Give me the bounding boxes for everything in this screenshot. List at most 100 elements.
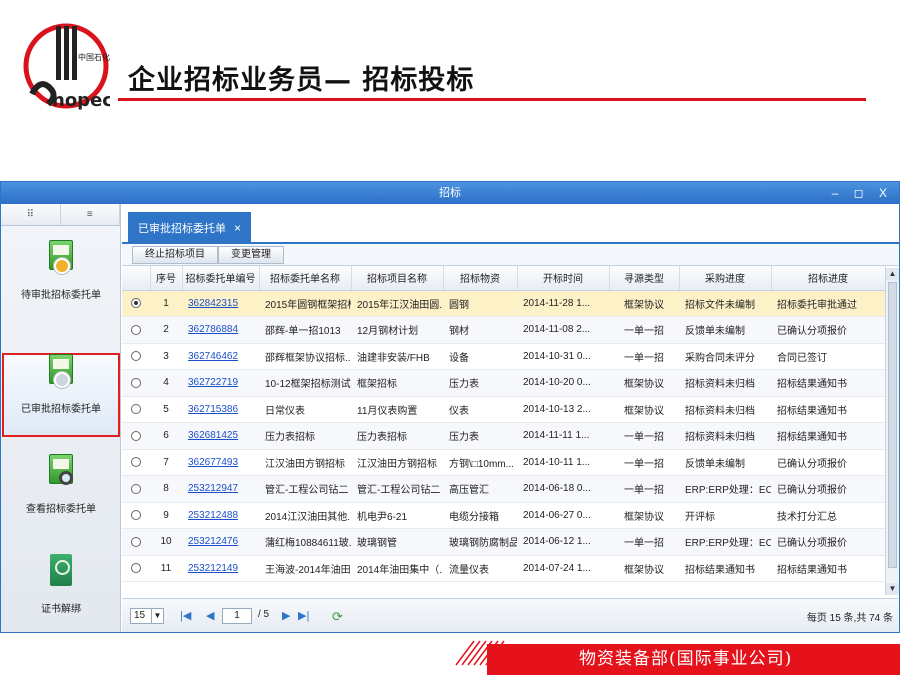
- table-cell: 机电尹6-21: [351, 502, 443, 529]
- close-icon[interactable]: ×: [234, 221, 241, 235]
- order-code-link[interactable]: 362681425: [188, 430, 238, 441]
- table-row[interactable]: 3 362746462 邵辉框架协议招标... 油建非安装/FHB 设备 2014-10-…: [122, 343, 885, 370]
- row-radio[interactable]: [131, 324, 141, 335]
- row-radio[interactable]: [131, 536, 141, 547]
- column-header[interactable]: 招标项目名称: [351, 266, 444, 291]
- table-cell: 招标结果通知书: [771, 555, 885, 582]
- order-code-link[interactable]: 362786884: [188, 324, 238, 335]
- grid-icon[interactable]: ⠿: [1, 204, 61, 225]
- column-header[interactable]: 序号: [150, 266, 183, 291]
- row-select-cell[interactable]: [122, 343, 150, 370]
- vertical-scrollbar[interactable]: ▲ ▼: [885, 268, 899, 595]
- change-management-button[interactable]: 变更管理: [218, 246, 284, 264]
- column-header[interactable]: 寻源类型: [609, 266, 680, 291]
- table-row[interactable]: 2 362786884 邵辉-单一招1013 12月钢材计划 钢材 2014-11-08 …: [122, 316, 885, 344]
- row-radio[interactable]: [131, 483, 141, 494]
- nav-item-view-orders[interactable]: 查看招标委托单: [1, 454, 121, 515]
- order-name: 压力表招标: [265, 432, 315, 444]
- order-code-link[interactable]: 253212476: [188, 536, 238, 547]
- material: 方钢\□10mm...: [449, 458, 514, 470]
- order-code-link[interactable]: 253212488: [188, 510, 238, 521]
- certificate-icon: [46, 554, 76, 592]
- row-radio[interactable]: [131, 351, 141, 362]
- row-number: 9: [163, 509, 169, 521]
- tab-approved-orders[interactable]: 已审批招标委托单 ×: [128, 212, 252, 244]
- row-radio[interactable]: [131, 430, 141, 441]
- scroll-down-icon[interactable]: ▼: [886, 583, 899, 595]
- order-code-link[interactable]: 362746462: [188, 351, 238, 362]
- table-cell: 一单一招: [609, 528, 679, 556]
- table-cell: 玻璃钢防腐制品: [443, 528, 517, 556]
- sourcing-type: 框架协议: [624, 564, 664, 576]
- table-row[interactable]: 7 362677493 江汉油田方钢招标 江汉油田方钢招标 方钢\□10mm... 201…: [122, 449, 885, 476]
- prev-page-icon[interactable]: ◀: [206, 609, 214, 622]
- table-row[interactable]: 10 253212476 蒲红梅10884611玻... 玻璃钢管 玻璃钢防腐制品 201…: [122, 528, 885, 556]
- row-select-cell[interactable]: [122, 502, 150, 529]
- table-cell: 一单一招: [609, 449, 679, 476]
- nav-item-pending-approval[interactable]: 待审批招标委托单: [1, 240, 121, 301]
- order-code-link[interactable]: 253212149: [188, 563, 238, 574]
- row-radio[interactable]: [131, 377, 141, 388]
- row-select-cell[interactable]: [122, 528, 150, 556]
- table-row[interactable]: 8 253212947 管汇-工程公司钻二 管汇-工程公司钻二 高压管汇 2014-06-…: [122, 475, 885, 503]
- row-select-cell[interactable]: [122, 316, 150, 344]
- row-radio[interactable]: [131, 404, 141, 415]
- bid-progress: 已确认分项报价: [777, 458, 847, 470]
- table-cell: 框架协议: [609, 502, 679, 529]
- row-select-cell[interactable]: [122, 369, 150, 397]
- column-header[interactable]: 招标委托单名称: [259, 266, 352, 291]
- purchase-progress: 反馈单未编制: [685, 326, 745, 338]
- list-icon[interactable]: ≡: [60, 204, 120, 225]
- bid-progress: 招标结果通知书: [777, 379, 847, 391]
- window-controls[interactable]: – ◻ X: [832, 182, 893, 204]
- row-select-cell[interactable]: [122, 555, 150, 582]
- order-code-link[interactable]: 362842315: [188, 298, 238, 309]
- nav-item-approved[interactable]: 已审批招标委托单: [1, 354, 121, 415]
- row-radio[interactable]: [131, 457, 141, 468]
- open-time: 2014-10-20 0...: [523, 377, 591, 389]
- table-cell: 招标结果通知书: [679, 555, 771, 582]
- refresh-icon[interactable]: ⟳: [332, 609, 343, 625]
- last-page-icon[interactable]: ▶|: [298, 609, 309, 622]
- row-radio[interactable]: [131, 298, 141, 309]
- table-cell: 圆钢: [443, 290, 517, 317]
- order-code-link[interactable]: 362677493: [188, 457, 238, 468]
- row-select-cell[interactable]: [122, 290, 150, 317]
- terminate-project-button[interactable]: 终止招标项目: [132, 246, 218, 264]
- row-select-cell[interactable]: [122, 422, 150, 450]
- project-name: 2014年油田集中（...: [357, 564, 443, 576]
- table-row[interactable]: 4 362722719 10-12框架招标测试 框架招标 压力表 2014-10-20 0…: [122, 369, 885, 397]
- order-code-link[interactable]: 362715386: [188, 404, 238, 415]
- table-row[interactable]: 6 362681425 压力表招标 压力表招标 压力表 2014-11-11 1... 一单…: [122, 422, 885, 450]
- column-header[interactable]: 采购进度: [679, 266, 772, 291]
- column-header[interactable]: 招标物资: [443, 266, 518, 291]
- column-header[interactable]: 招标委托单编号: [182, 266, 260, 291]
- table-cell: 框架招标: [351, 369, 443, 397]
- table-row[interactable]: 1 362842315 2015年圆钢框架招标 2015年江汉油田圆... 圆钢 2014…: [122, 290, 885, 317]
- bid-progress: 招标委托审批通过: [777, 299, 857, 311]
- page-size-select[interactable]: 15 ▼: [130, 608, 164, 624]
- next-page-icon[interactable]: ▶: [282, 609, 290, 622]
- first-page-icon[interactable]: |◀: [180, 609, 191, 622]
- table-cell: 2014-06-27 0...: [517, 502, 609, 529]
- current-page-input[interactable]: 1: [222, 608, 252, 624]
- table-row[interactable]: 11 253212149 王海波-2014年油田... 2014年油田集中（... 流量…: [122, 555, 885, 582]
- table-row[interactable]: 5 362715386 日常仪表 11月仪表购置 仪表 2014-10-13 2... 框架…: [122, 396, 885, 423]
- order-code-link[interactable]: 362722719: [188, 377, 238, 388]
- column-header[interactable]: 开标时间: [517, 266, 610, 291]
- scroll-thumb[interactable]: [888, 282, 897, 568]
- chevron-down-icon[interactable]: ▼: [151, 609, 163, 623]
- row-select-cell[interactable]: [122, 396, 150, 423]
- column-header[interactable]: 招标进度: [771, 266, 886, 291]
- table-cell: 362681425: [182, 422, 259, 450]
- order-code-link[interactable]: 253212947: [188, 483, 238, 494]
- material: 钢材: [449, 326, 469, 338]
- scroll-up-icon[interactable]: ▲: [886, 268, 899, 280]
- row-select-cell[interactable]: [122, 475, 150, 503]
- row-radio[interactable]: [131, 510, 141, 521]
- table-cell: 362746462: [182, 343, 259, 370]
- table-row[interactable]: 9 253212488 2014江汉油田其他... 机电尹6-21 电缆分接箱 2014-…: [122, 502, 885, 529]
- row-radio[interactable]: [131, 563, 141, 574]
- nav-item-cert-unbind[interactable]: 证书解绑: [1, 554, 121, 615]
- row-select-cell[interactable]: [122, 449, 150, 476]
